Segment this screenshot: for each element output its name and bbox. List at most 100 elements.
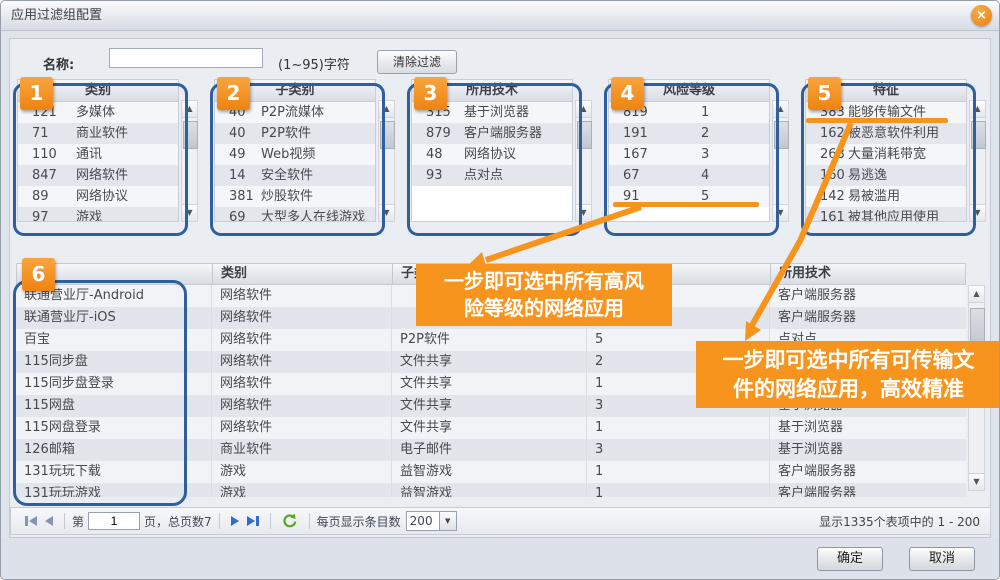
list-item[interactable]: 89网络协议 — [18, 186, 178, 207]
list-subcategory: 子类别 40P2P流媒体40P2P软件49Web视频14安全软件381炒股软件6… — [214, 79, 398, 235]
close-icon[interactable]: × — [971, 5, 992, 26]
list-item[interactable]: 97游戏 — [18, 207, 178, 222]
list-item[interactable]: 14安全软件 — [215, 165, 375, 186]
table-cell: 客户端服务器 — [770, 461, 966, 483]
item-label: P2P流媒体 — [261, 102, 324, 123]
table-row[interactable]: 126邮箱商业软件电子邮件3基于浏览器 — [16, 439, 966, 461]
next-page-button[interactable] — [231, 516, 239, 526]
scroll-down-button[interactable]: ▼ — [379, 204, 394, 221]
item-label: 基于浏览器 — [464, 102, 529, 123]
list-item[interactable]: 674 — [609, 165, 769, 186]
table-row[interactable]: 131玩玩下载游戏益智游戏1客户端服务器 — [16, 461, 966, 483]
item-count: 110 — [18, 144, 76, 165]
table-cell: 网络软件 — [212, 285, 392, 307]
item-count: 40 — [215, 123, 261, 144]
refresh-button[interactable] — [282, 513, 298, 529]
item-label: 5 — [701, 186, 709, 207]
scroll-thumb[interactable] — [380, 121, 395, 149]
list-item[interactable]: 161被其他应用使用 — [806, 207, 966, 222]
scroll-thumb[interactable] — [577, 121, 592, 149]
list-rows: 383能够传输文件162被恶意软件利用268大量消耗带宽160易逃逸142易被滥… — [806, 102, 966, 222]
table-cell: 游戏 — [212, 483, 392, 497]
list-item[interactable]: 40P2P软件 — [215, 123, 375, 144]
ok-button[interactable]: 确定 — [817, 547, 883, 571]
list-item[interactable]: 915 — [609, 186, 769, 207]
item-label: 易被滥用 — [848, 186, 900, 207]
per-page-dropdown-button[interactable]: ▼ — [439, 511, 457, 531]
item-label: 被其他应用使用 — [848, 207, 939, 222]
list-item[interactable]: 381炒股软件 — [215, 186, 375, 207]
list-item[interactable]: 1912 — [609, 123, 769, 144]
scroll-up-button[interactable]: ▲ — [576, 101, 591, 118]
list-item[interactable]: 48网络协议 — [412, 144, 572, 165]
scroll-down-button[interactable]: ▼ — [576, 204, 591, 221]
table-header-category: 类别 — [213, 264, 393, 284]
item-label: 商业软件 — [76, 123, 128, 144]
scroll-up-button[interactable]: ▲ — [182, 101, 197, 118]
table-cell: 115网盘 — [16, 395, 212, 417]
item-count: 191 — [609, 123, 701, 144]
prev-page-button[interactable] — [45, 516, 53, 526]
list-item[interactable]: 142易被滥用 — [806, 186, 966, 207]
table-cell: 益智游戏 — [392, 461, 587, 483]
scroll-up-button[interactable]: ▲ — [379, 101, 394, 118]
clear-filter-button[interactable]: 清除过滤 — [377, 50, 457, 74]
list-rows: 40P2P流媒体40P2P软件49Web视频14安全软件381炒股软件69大型多… — [215, 102, 375, 222]
item-label: 安全软件 — [261, 165, 313, 186]
scroll-thumb[interactable] — [971, 121, 986, 149]
last-page-button[interactable] — [247, 516, 259, 526]
callout-text: 件的网络应用，高效精准 — [696, 375, 1000, 404]
list-scrollbar[interactable]: ▲ ▼ — [181, 100, 198, 222]
list-scrollbar[interactable]: ▲ ▼ — [772, 100, 789, 222]
range-info: 显示1335个表项中的 1 - 200 — [819, 513, 990, 530]
item-label: 网络软件 — [76, 165, 128, 186]
list-item[interactable]: 69大型多人在线游戏 — [215, 207, 375, 222]
scroll-up-button[interactable]: ▲ — [773, 101, 788, 118]
table-row[interactable]: 131玩玩游戏游戏益智游戏1客户端服务器 — [16, 483, 966, 497]
scroll-up-button[interactable]: ▲ — [970, 101, 985, 118]
first-page-button[interactable] — [25, 516, 37, 526]
list-item[interactable]: 71商业软件 — [18, 123, 178, 144]
list-item[interactable]: 162被恶意软件利用 — [806, 123, 966, 144]
scroll-down-button[interactable]: ▼ — [773, 204, 788, 221]
list-item[interactable]: 93点对点 — [412, 165, 572, 186]
item-count: 69 — [215, 207, 261, 222]
list-risk-level: 风险等级 819119121673674915 ▲ ▼ 4 — [608, 79, 792, 235]
list-item[interactable]: 879客户端服务器 — [412, 123, 572, 144]
scroll-thumb[interactable] — [970, 308, 985, 344]
item-count: 14 — [215, 165, 261, 186]
page-number-input[interactable] — [88, 512, 140, 530]
list-item[interactable]: 268大量消耗带宽 — [806, 144, 966, 165]
dialog-title: 应用过滤组配置 — [11, 1, 102, 31]
chevron-up-icon: ▲ — [777, 104, 783, 113]
list-scrollbar[interactable]: ▲ ▼ — [378, 100, 395, 222]
item-count: 268 — [806, 144, 848, 165]
table-row[interactable]: 115网盘登录网络软件文件共享1基于浏览器 — [16, 417, 966, 439]
name-input[interactable] — [109, 48, 263, 68]
cancel-button[interactable]: 取消 — [909, 547, 975, 571]
list-item[interactable]: 49Web视频 — [215, 144, 375, 165]
item-label: 4 — [701, 165, 709, 186]
arrow-left-icon — [45, 516, 53, 526]
item-count: 847 — [18, 165, 76, 186]
item-count: 162 — [806, 123, 848, 144]
list-item[interactable]: 1673 — [609, 144, 769, 165]
list-item[interactable]: 160易逃逸 — [806, 165, 966, 186]
table-cell: 1 — [587, 483, 770, 497]
list-item[interactable]: 110通讯 — [18, 144, 178, 165]
list-scrollbar[interactable]: ▲ ▼ — [969, 100, 986, 222]
scroll-up-button[interactable]: ▲ — [969, 286, 984, 303]
chevron-down-icon: ▼ — [383, 208, 389, 217]
list-scrollbar[interactable]: ▲ ▼ — [575, 100, 592, 222]
table-cell: 益智游戏 — [392, 483, 587, 497]
divider — [64, 513, 65, 529]
arrow-right-icon — [231, 516, 239, 526]
scroll-down-button[interactable]: ▼ — [969, 473, 984, 490]
scroll-down-button[interactable]: ▼ — [970, 204, 985, 221]
scroll-thumb[interactable] — [183, 121, 198, 149]
scroll-thumb[interactable] — [774, 121, 789, 149]
list-item[interactable]: 847网络软件 — [18, 165, 178, 186]
item-label: 客户端服务器 — [464, 123, 542, 144]
annotation-badge: 4 — [611, 77, 644, 110]
scroll-down-button[interactable]: ▼ — [182, 204, 197, 221]
